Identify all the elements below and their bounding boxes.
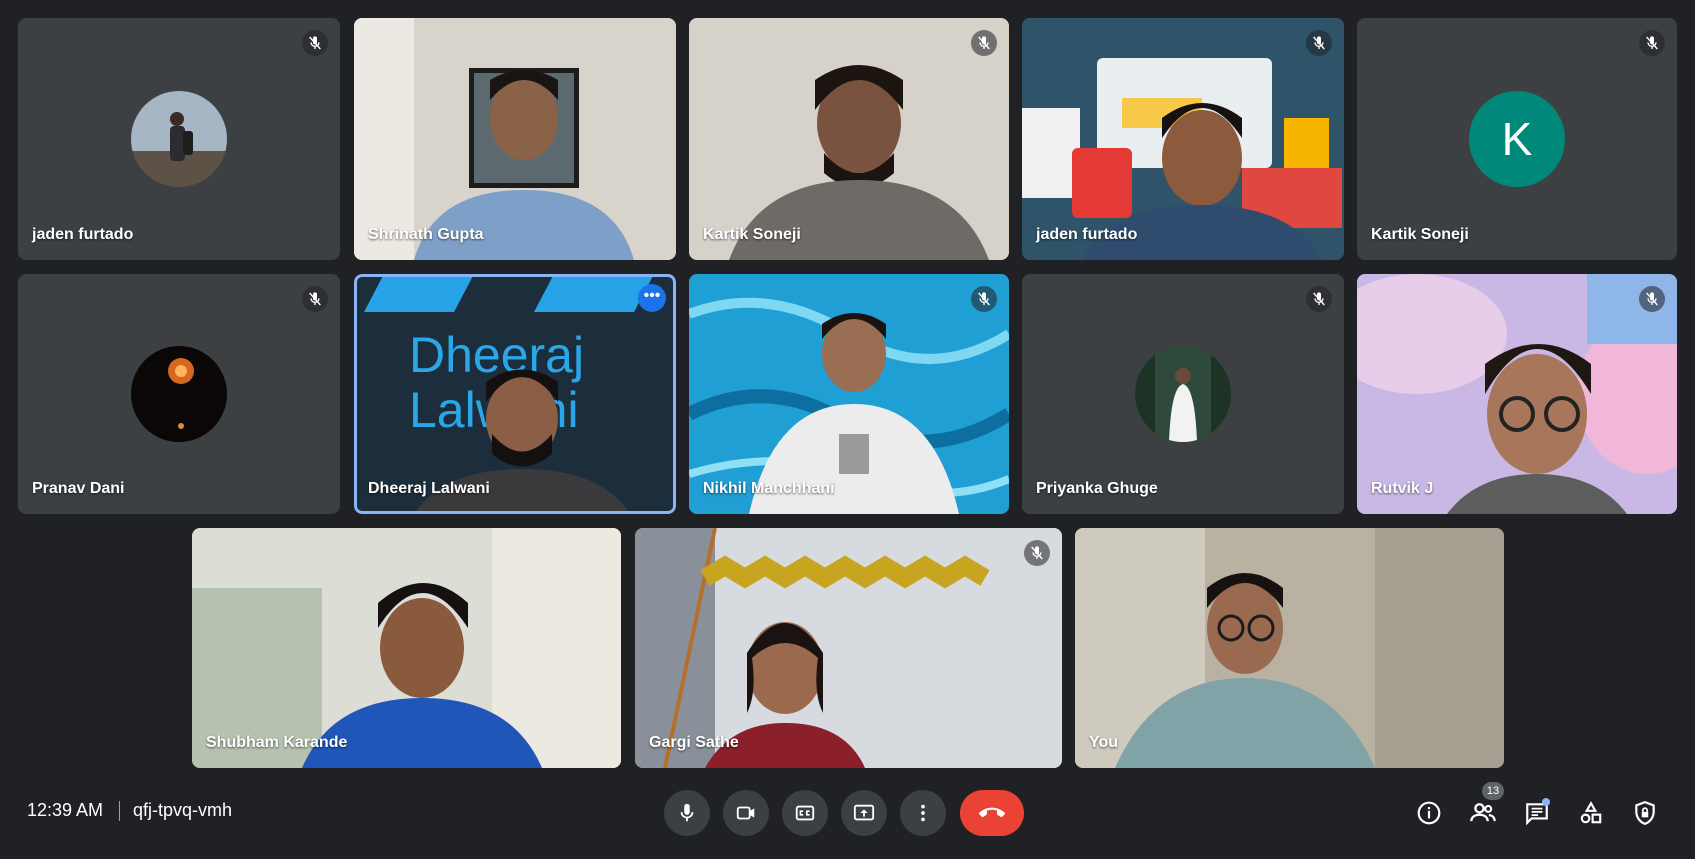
participant-tile-priyanka-ghuge[interactable]: Priyanka Ghuge	[1022, 274, 1344, 514]
participant-tile-shubham-karande[interactable]: Shubham Karande	[192, 528, 621, 768]
participant-name: Nikhil Manchhani	[703, 480, 835, 497]
divider	[119, 801, 120, 821]
tile-more-options-icon[interactable]: •••	[638, 284, 666, 312]
mic-off-icon	[1639, 30, 1665, 56]
mic-off-icon	[302, 286, 328, 312]
video-feed	[689, 18, 1009, 260]
closed-caption-icon	[795, 805, 815, 821]
participant-tile-nikhil-manchhani[interactable]: Nikhil Manchhani	[689, 274, 1009, 514]
present-button[interactable]	[841, 790, 887, 836]
mic-button[interactable]	[664, 790, 710, 836]
camera-button[interactable]	[723, 790, 769, 836]
participant-tile-kartik-soneji[interactable]: K Kartik Soneji	[1357, 18, 1677, 260]
participant-name: Gargi Sathe	[649, 734, 739, 751]
video-feed	[635, 528, 1062, 768]
participant-name: Shubham Karande	[206, 734, 348, 751]
mic-off-icon	[1306, 30, 1332, 56]
host-controls-button[interactable]	[1628, 796, 1662, 830]
participant-name: Shrinath Gupta	[368, 226, 484, 243]
video-feed	[1075, 528, 1504, 768]
participant-name: jaden furtado	[32, 226, 134, 243]
people-icon	[1470, 803, 1496, 822]
participant-tile-kartik-soneji-video[interactable]: Kartik Soneji	[689, 18, 1009, 260]
participant-name: Kartik Soneji	[703, 226, 801, 243]
more-options-button[interactable]	[900, 790, 946, 836]
participant-tile-jaden-furtado-video[interactable]: jaden furtado	[1022, 18, 1344, 260]
participant-tile-pranav-dani[interactable]: Pranav Dani	[18, 274, 340, 514]
mic-off-icon	[1639, 286, 1665, 312]
present-screen-icon	[853, 804, 875, 821]
participant-tile-rutvik-j[interactable]: Rutvik J	[1357, 274, 1677, 514]
video-feed: Dheeraj Lalwani	[354, 274, 676, 514]
people-count-badge: 13	[1482, 782, 1504, 800]
info-icon	[1417, 801, 1441, 825]
participant-tile-gargi-sathe[interactable]: Gargi Sathe	[635, 528, 1062, 768]
avatar-letter: K	[1469, 91, 1565, 187]
mic-off-icon	[971, 286, 997, 312]
chat-notification-dot	[1542, 798, 1550, 806]
participant-name: You	[1089, 734, 1119, 751]
background-text-line1: Dheeraj	[409, 327, 584, 383]
avatar-photo	[131, 346, 227, 442]
participant-tile-jaden-furtado[interactable]: jaden furtado	[18, 18, 340, 260]
video-feed	[689, 274, 1009, 514]
video-feed	[192, 528, 621, 768]
activities-icon	[1580, 801, 1602, 824]
people-button[interactable]: 13	[1466, 782, 1504, 830]
activities-button[interactable]	[1574, 796, 1608, 830]
participant-name: Priyanka Ghuge	[1036, 480, 1158, 497]
end-call-button[interactable]	[960, 790, 1024, 836]
mic-off-icon	[1306, 286, 1332, 312]
avatar-photo	[131, 91, 227, 187]
host-controls-icon	[1635, 801, 1655, 825]
meeting-time: 12:39 AM	[27, 800, 104, 820]
participant-tile-you[interactable]: You	[1075, 528, 1504, 768]
avatar-photo	[1135, 346, 1231, 442]
video-feed	[1357, 274, 1677, 514]
video-feed	[1022, 18, 1344, 260]
participant-name: Pranav Dani	[32, 480, 125, 497]
mic-icon	[680, 803, 694, 822]
mic-off-icon	[1024, 540, 1050, 566]
meeting-code: qfj-tpvq-vmh	[133, 800, 233, 820]
captions-button[interactable]	[782, 790, 828, 836]
mic-off-icon	[302, 30, 328, 56]
participant-name: Rutvik J	[1371, 480, 1434, 497]
call-end-icon	[979, 807, 1005, 818]
participant-name: Kartik Soneji	[1371, 226, 1469, 243]
more-vert-icon	[921, 804, 925, 822]
videocam-icon	[736, 806, 755, 820]
participant-name: jaden furtado	[1036, 226, 1138, 243]
chat-button[interactable]	[1520, 796, 1554, 830]
meeting-details-button[interactable]	[1412, 796, 1446, 830]
video-feed	[354, 18, 676, 260]
participant-tile-dheeraj-lalwani[interactable]: Dheeraj Lalwani ••• Dheeraj Lalwani	[354, 274, 676, 514]
participant-tile-shrinath-gupta[interactable]: Shrinath Gupta	[354, 18, 676, 260]
mic-off-icon	[971, 30, 997, 56]
participant-name: Dheeraj Lalwani	[368, 480, 490, 497]
